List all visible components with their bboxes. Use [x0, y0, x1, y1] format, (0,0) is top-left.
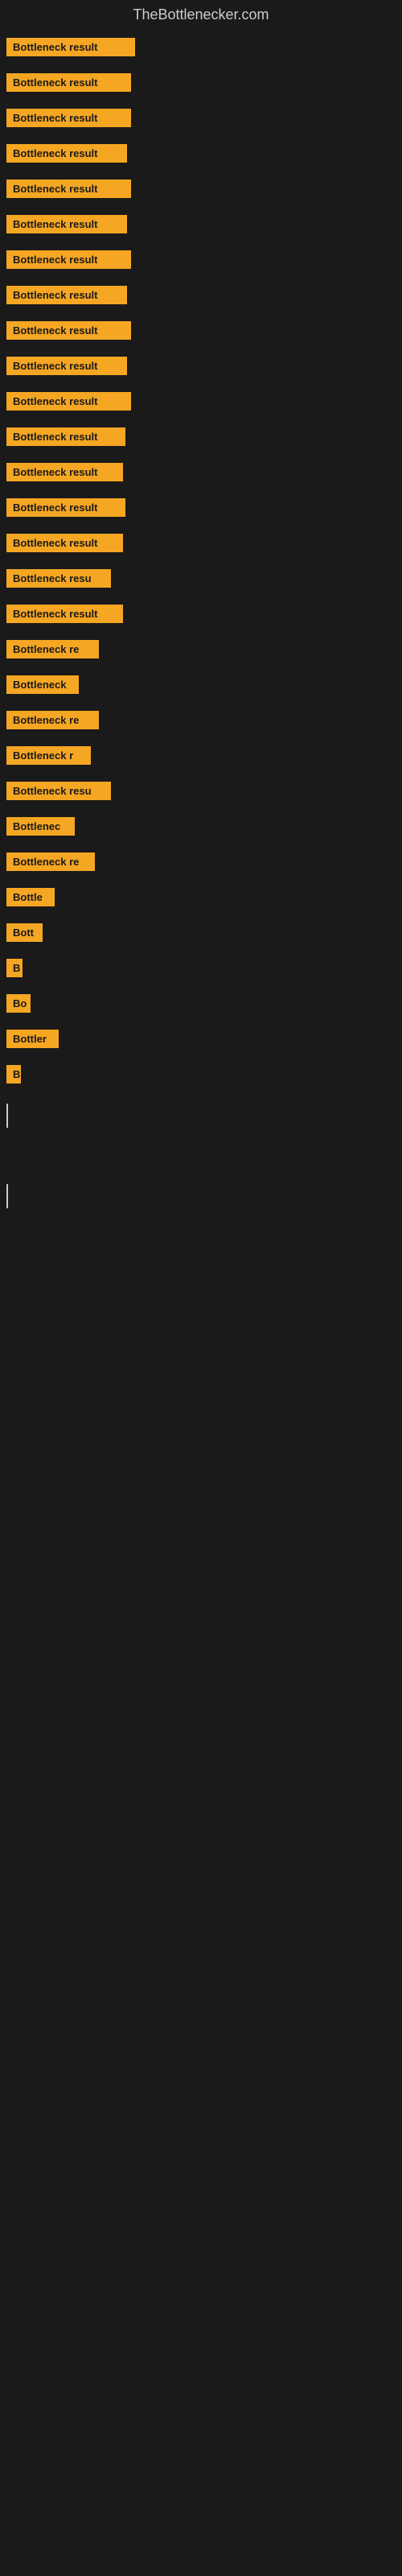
bottleneck-row: Bottleneck result: [0, 104, 402, 136]
bottleneck-row: Bottleneck re: [0, 635, 402, 667]
bottleneck-bar: Bottleneck resu: [6, 782, 111, 800]
bars-container: Bottleneck result Bottleneck result Bottle…: [0, 33, 402, 1092]
bottleneck-row: Bottleneck result: [0, 352, 402, 384]
bottleneck-bar: Bottleneck re: [6, 711, 99, 729]
site-title: TheBottlenecker.com: [0, 0, 402, 30]
bottleneck-bar: Bottleneck result: [6, 427, 125, 446]
bottleneck-bar: Bottleneck result: [6, 180, 131, 198]
bottleneck-row: Bottleneck result: [0, 246, 402, 278]
bottleneck-bar: Bo: [6, 994, 31, 1013]
bottleneck-bar: B: [6, 959, 23, 977]
bottleneck-row: Bottleneck result: [0, 529, 402, 561]
bottleneck-row: Bottleneck re: [0, 848, 402, 880]
bottleneck-bar: Bottleneck re: [6, 640, 99, 658]
bottleneck-bar: Bottleneck result: [6, 250, 131, 269]
bottleneck-row: Bottler: [0, 1025, 402, 1057]
bottleneck-row: Bottleneck result: [0, 139, 402, 171]
bottleneck-bar: Bottle: [6, 888, 55, 906]
bottleneck-row: Bottleneck resu: [0, 777, 402, 809]
bottleneck-bar: Bottleneck result: [6, 73, 131, 92]
bottleneck-bar: Bottleneck result: [6, 534, 123, 552]
bottleneck-row: Bottleneck result: [0, 458, 402, 490]
bottleneck-row: B: [0, 954, 402, 986]
bottleneck-row: Bottleneck result: [0, 33, 402, 65]
bottleneck-row: B: [0, 1060, 402, 1092]
bottleneck-row: Bottleneck result: [0, 387, 402, 419]
bottleneck-bar: Bott: [6, 923, 43, 942]
bottleneck-bar: Bottleneck result: [6, 286, 127, 304]
bottleneck-row: Bottleneck result: [0, 210, 402, 242]
bottleneck-row: Bottleneck result: [0, 600, 402, 632]
bottleneck-bar: Bottleneck result: [6, 144, 127, 163]
bottleneck-bar: Bottleneck r: [6, 746, 91, 765]
bottleneck-bar: Bottleneck result: [6, 605, 123, 623]
bottleneck-row: Bottleneck result: [0, 175, 402, 207]
bottleneck-row: Bottleneck resu: [0, 564, 402, 597]
bottleneck-row: Bottleneck r: [0, 741, 402, 774]
bottleneck-row: Bottlenec: [0, 812, 402, 844]
bottleneck-row: Bottle: [0, 883, 402, 915]
bottleneck-row: Bo: [0, 989, 402, 1022]
bottleneck-row: Bottleneck result: [0, 316, 402, 349]
bottleneck-bar: Bottleneck result: [6, 498, 125, 517]
bottleneck-bar: B: [6, 1065, 21, 1084]
bottleneck-row: Bottleneck: [0, 671, 402, 703]
bottleneck-row: Bottleneck result: [0, 493, 402, 526]
bottleneck-bar: Bottleneck result: [6, 463, 123, 481]
bottleneck-bar: Bottleneck: [6, 675, 79, 694]
bottleneck-row: Bottleneck result: [0, 423, 402, 455]
cursor-indicator: [6, 1104, 8, 1128]
bottleneck-bar: Bottleneck result: [6, 357, 127, 375]
bottleneck-row: Bottleneck result: [0, 281, 402, 313]
bottleneck-bar: Bottlenec: [6, 817, 75, 836]
bottleneck-row: Bott: [0, 919, 402, 951]
bottleneck-bar: Bottleneck result: [6, 392, 131, 411]
bottleneck-bar: Bottleneck result: [6, 38, 135, 56]
bottleneck-bar: Bottleneck re: [6, 852, 95, 871]
bottleneck-bar: Bottleneck result: [6, 215, 127, 233]
bottleneck-bar: Bottleneck resu: [6, 569, 111, 588]
bottleneck-bar: Bottleneck result: [6, 109, 131, 127]
bottleneck-row: Bottleneck re: [0, 706, 402, 738]
bottleneck-bar: Bottler: [6, 1030, 59, 1048]
bottleneck-row: Bottleneck result: [0, 68, 402, 101]
cursor-indicator-2: [6, 1184, 8, 1208]
bottleneck-bar: Bottleneck result: [6, 321, 131, 340]
